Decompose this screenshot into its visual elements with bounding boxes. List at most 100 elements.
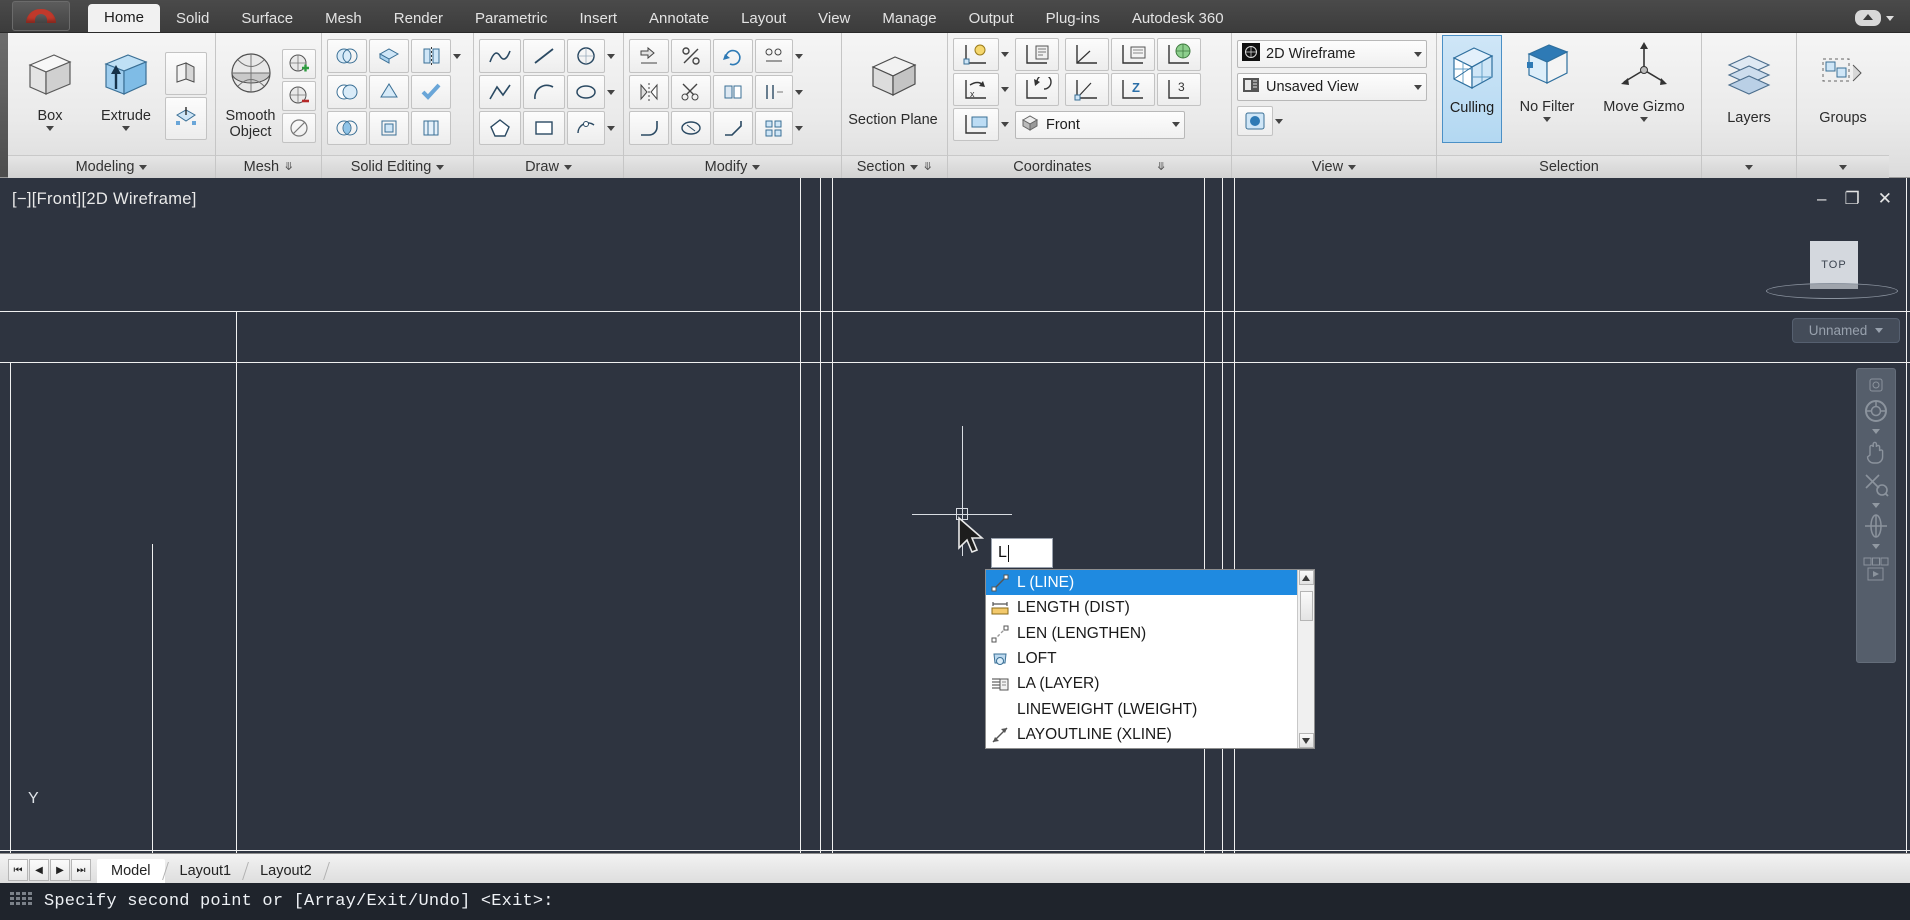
ribbon-tab-layout[interactable]: Layout [725, 5, 802, 32]
union-button[interactable] [327, 39, 367, 73]
view-name-dropdown[interactable]: Unsaved View [1237, 73, 1427, 101]
ucs-button[interactable] [953, 38, 999, 71]
scroll-down-arrow-icon[interactable] [1298, 733, 1314, 748]
ucs-previous-button[interactable] [1015, 73, 1059, 106]
ribbon-tab-render[interactable]: Render [378, 5, 459, 32]
chevron-down-icon[interactable] [607, 89, 615, 95]
world-ucs-button[interactable] [1157, 38, 1201, 71]
autocomplete-item[interactable]: LAYOUTLINE (XLINE) [986, 723, 1297, 748]
fillet-button[interactable] [629, 111, 669, 145]
polygon-button[interactable] [479, 111, 521, 145]
viewcube[interactable]: TOP [1810, 241, 1858, 289]
circle-button[interactable] [567, 39, 605, 73]
layout-nav-button-1[interactable]: ◀ [29, 859, 49, 881]
ribbon-tab-autodesk-360[interactable]: Autodesk 360 [1116, 5, 1240, 32]
array-button[interactable] [755, 39, 793, 73]
polyline-2-button[interactable] [479, 75, 521, 109]
scroll-up-arrow-icon[interactable] [1298, 570, 1314, 585]
chevron-down-icon[interactable] [795, 89, 803, 95]
layout-nav-button-3[interactable]: ⏭ [71, 859, 91, 881]
rectangle-button[interactable] [523, 111, 565, 145]
navbar-menu-icon[interactable] [1861, 377, 1891, 393]
autocomplete-item[interactable]: LENGTH (DIST) [986, 595, 1297, 620]
autocomplete-item[interactable]: LEN (LENGTHEN) [986, 621, 1297, 646]
chevron-down-icon[interactable] [1414, 84, 1422, 90]
chevron-down-icon[interactable] [1414, 51, 1422, 57]
taper-face-button[interactable] [369, 75, 409, 109]
ribbon-tab-solid[interactable]: Solid [160, 5, 225, 32]
showmotion-icon[interactable] [1861, 552, 1891, 590]
chevron-down-icon[interactable] [1001, 52, 1009, 57]
cloud-upload-icon[interactable] [1855, 10, 1881, 26]
rotate-3d-button[interactable] [713, 39, 753, 73]
chevron-down-icon[interactable] [1348, 164, 1357, 170]
extend-button[interactable] [671, 111, 711, 145]
autocomplete-item[interactable]: LOFT [986, 646, 1297, 671]
line-button[interactable] [523, 39, 565, 73]
arc-options-button[interactable] [567, 111, 605, 145]
move-3d-button[interactable] [629, 39, 669, 73]
pan-hand-icon[interactable] [1861, 437, 1891, 467]
ribbon-tab-view[interactable]: View [802, 5, 866, 32]
polyline-button[interactable] [479, 39, 521, 73]
chevron-down-icon[interactable] [1872, 429, 1880, 434]
ribbon-tab-mesh[interactable]: Mesh [309, 5, 378, 32]
chevron-down-icon[interactable] [1001, 122, 1009, 127]
autocomplete-item[interactable]: LINEWEIGHT (LWEIGHT) [986, 697, 1297, 722]
scrollbar-thumb[interactable] [1299, 591, 1313, 621]
ribbon-tab-insert[interactable]: Insert [564, 5, 634, 32]
command-line-grip-icon[interactable] [10, 891, 32, 912]
box-button[interactable]: Box [13, 46, 87, 146]
panel-dialog-launcher-icon[interactable]: ⤋ [284, 156, 293, 179]
chevron-down-icon[interactable] [752, 164, 761, 170]
chevron-down-icon[interactable] [607, 125, 615, 131]
ellipse-button[interactable] [567, 75, 605, 109]
chevron-down-icon[interactable] [795, 53, 803, 59]
chevron-down-icon[interactable] [1275, 118, 1283, 124]
layout-tab-model[interactable]: Model [97, 859, 165, 883]
minimize-icon[interactable]: – [1817, 190, 1826, 207]
chevron-down-icon[interactable] [122, 125, 130, 131]
ucs-origin-button[interactable] [1065, 38, 1109, 71]
trim-button[interactable] [671, 75, 711, 109]
autocomplete-item[interactable]: LA (LAYER) [986, 672, 1297, 697]
viewcube-compass-ring[interactable] [1766, 283, 1898, 299]
chevron-down-icon[interactable] [139, 164, 148, 170]
move-gizmo-button[interactable]: Move Gizmo [1592, 35, 1696, 135]
ucs-3axis-button[interactable]: 3 [1157, 73, 1201, 106]
chevron-down-icon[interactable] [795, 125, 803, 131]
solid-edit-button[interactable] [165, 96, 207, 140]
layout-nav-button-0[interactable]: ⏮ [8, 859, 28, 881]
dynamic-input-box[interactable]: L [991, 538, 1053, 568]
ucs-named-button[interactable] [1111, 38, 1155, 71]
ucs-settings-button[interactable] [1015, 38, 1059, 71]
chevron-down-icon[interactable] [607, 53, 615, 59]
ribbon-tab-plug-ins[interactable]: Plug-ins [1030, 5, 1116, 32]
mirror-button[interactable] [629, 75, 669, 109]
chevron-down-icon[interactable] [1001, 87, 1009, 92]
chevron-down-icon[interactable] [1839, 164, 1847, 170]
autocomplete-scrollbar[interactable] [1297, 570, 1314, 748]
ucs-face-button[interactable] [953, 108, 999, 141]
chevron-down-icon[interactable] [1543, 117, 1551, 123]
align-button[interactable] [713, 75, 753, 109]
chevron-down-icon[interactable] [1745, 164, 1753, 170]
ucs-view-dropdown[interactable]: Front [1015, 110, 1185, 139]
ribbon-tab-manage[interactable]: Manage [866, 5, 952, 32]
command-line[interactable]: Specify second point or [Array/Exit/Undo… [0, 883, 1910, 920]
offset-button[interactable] [755, 75, 793, 109]
smooth-object-button[interactable]: Smooth Object [221, 46, 280, 146]
slice-button[interactable] [411, 39, 451, 73]
ucs-x-button[interactable]: x [953, 73, 999, 106]
check-button[interactable] [411, 75, 451, 109]
imprint-button[interactable] [411, 111, 451, 145]
chevron-down-icon[interactable] [46, 125, 54, 131]
shell-button[interactable] [369, 111, 409, 145]
layers-button[interactable]: Layers [1707, 46, 1791, 146]
groups-button[interactable]: Groups [1802, 46, 1884, 146]
layout-tab-layout2[interactable]: Layout2 [246, 859, 326, 883]
ucs-combo-unnamed[interactable]: Unnamed [1792, 318, 1900, 343]
application-menu-button[interactable] [12, 1, 70, 31]
chevron-down-icon[interactable] [563, 164, 572, 170]
ribbon-tab-output[interactable]: Output [953, 5, 1030, 32]
